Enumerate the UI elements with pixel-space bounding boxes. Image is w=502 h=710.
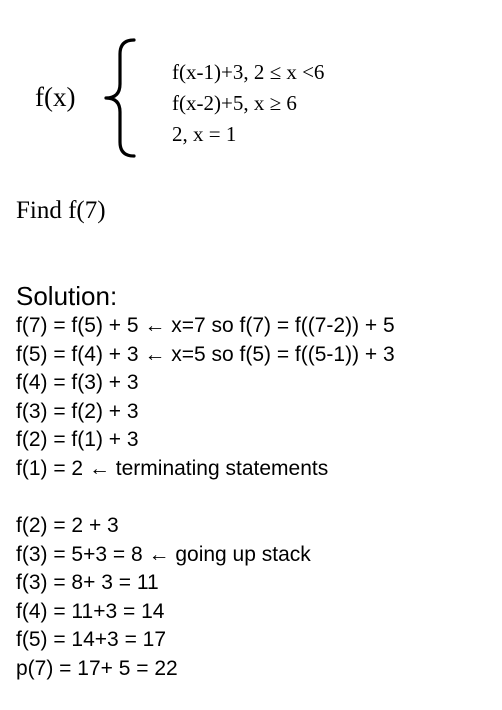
recursion-step: f(3) = f(2) + 3 <box>16 400 139 423</box>
unwind-step: p(7) = 17+ 5 = 22 <box>16 657 178 680</box>
unwind-step: f(5) = 14+3 = 17 <box>16 628 167 651</box>
unwind-step: f(4) = 11+3 = 14 <box>16 600 165 623</box>
solution-heading: Solution: <box>16 281 118 311</box>
question-text: Find f(7) <box>16 197 106 224</box>
unwind-step: f(2) = 2 + 3 <box>16 514 119 537</box>
recursion-step: f(4) = f(3) + 3 <box>16 371 139 394</box>
piecewise-case-3: 2, x = 1 <box>172 122 237 146</box>
piecewise-case-1: f(x-1)+3, 2 ≤ x <6 <box>172 60 325 84</box>
function-label: f(x) <box>35 82 76 112</box>
piecewise-case-2: f(x-2)+5, x ≥ 6 <box>172 91 297 115</box>
left-brace-symbol <box>104 38 136 158</box>
recursion-step: f(5) = f(4) + 3 ← x=5 so f(5) = f((5-1))… <box>16 343 395 366</box>
recursion-step: f(1) = 2 ← terminating statements <box>16 457 329 480</box>
recursion-step: f(7) = f(5) + 5 ← x=7 so f(7) = f((7-2))… <box>16 314 395 337</box>
unwind-step: f(3) = 5+3 = 8 ← going up stack <box>16 543 311 566</box>
recursion-step: f(2) = f(1) + 3 <box>16 428 139 451</box>
unwind-step: f(3) = 8+ 3 = 11 <box>16 571 159 594</box>
